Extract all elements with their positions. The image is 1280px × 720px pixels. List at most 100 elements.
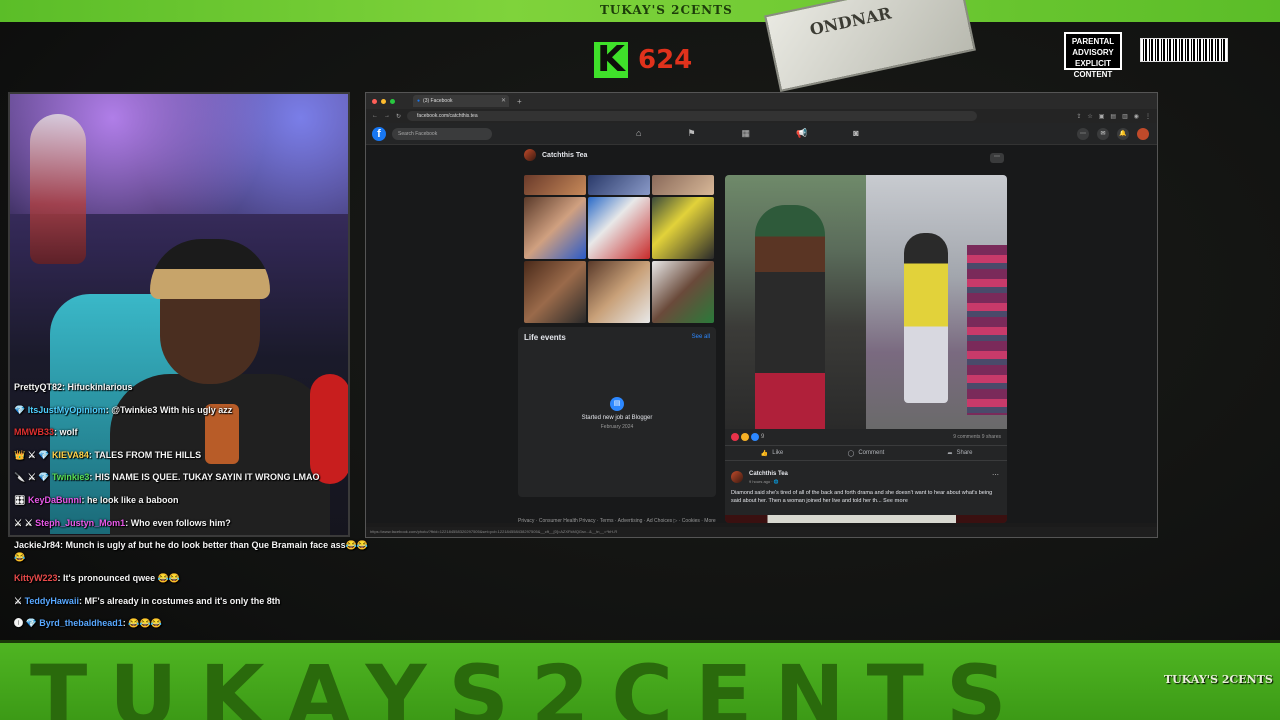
post-photo-left	[725, 175, 866, 429]
share-arrow-icon: ➦	[947, 450, 953, 457]
reload-icon[interactable]: ↻	[396, 113, 401, 120]
post-author-avatar[interactable]	[731, 471, 743, 483]
photo-thumbnail[interactable]	[524, 261, 586, 323]
chat-username[interactable]: KeyDaBunni	[28, 495, 82, 505]
post-body: Diamond said she's tired of all of the b…	[731, 490, 993, 504]
flag-icon[interactable]: ⚑	[687, 128, 695, 139]
marketplace-icon[interactable]: ▦	[742, 128, 751, 139]
chat-username[interactable]: Byrd_thebaldhead1	[39, 618, 123, 628]
chat-username[interactable]: KittyW223	[14, 573, 58, 583]
back-icon[interactable]: ←	[372, 113, 378, 119]
reaction-summary[interactable]: 9	[731, 433, 764, 441]
page-title-strip: Catchthis Tea	[524, 149, 587, 161]
browser-window: ● (3) Facebook ✕ + ← → ↻ facebook.com/ca…	[365, 92, 1158, 538]
comment-label: Comment	[858, 450, 885, 456]
like-label: Like	[772, 450, 784, 456]
photo-thumbnail[interactable]	[588, 261, 650, 323]
post-media[interactable]	[725, 175, 1007, 429]
woman-figure	[755, 205, 825, 429]
facebook-logo-icon[interactable]: f	[372, 126, 386, 141]
profile-icon[interactable]: ◉	[1134, 113, 1139, 120]
address-bar-row: ← → ↻ facebook.com/catchthis.tea ⇪ ☆ ▣ ▤…	[366, 109, 1157, 123]
chat-username[interactable]: Steph_Justyn_Mom1	[35, 518, 125, 528]
bookmark-star-icon[interactable]: ☆	[1087, 113, 1092, 120]
url-field[interactable]: facebook.com/catchthis.tea	[407, 111, 978, 121]
post-actions: 👍 Like ◯ Comment ➦ Share	[725, 445, 1007, 461]
footer-links[interactable]: Privacy · Consumer Health Privacy · Term…	[518, 518, 716, 524]
account-avatar[interactable]	[1137, 128, 1149, 140]
share-icon[interactable]: ⇪	[1076, 113, 1081, 120]
sidebar-icon[interactable]: ▥	[1122, 113, 1128, 120]
tab-close-icon[interactable]: ✕	[501, 95, 506, 107]
photo-thumbnail[interactable]	[652, 175, 714, 195]
browser-tab[interactable]: ● (3) Facebook ✕	[413, 95, 509, 107]
chat-username[interactable]: KIEVA84	[52, 450, 89, 460]
share-button[interactable]: ➦ Share	[913, 446, 1007, 460]
post-options-icon[interactable]: ⋯	[992, 471, 999, 479]
extension-icon[interactable]: ▤	[1110, 113, 1116, 120]
chat-username[interactable]: PrettyQT82	[14, 382, 62, 392]
more-options-icon[interactable]: ⋯	[990, 153, 1004, 163]
chat-text: Hifuckinlarious	[67, 382, 133, 392]
photo-thumbnail[interactable]	[652, 261, 714, 323]
chat-badge-icon: 🔪 ⚔ 💎	[14, 472, 50, 483]
facebook-search-input[interactable]: Search Facebook	[392, 127, 492, 140]
chat-username[interactable]: JackieJr84	[14, 540, 60, 550]
chat-badge-icon: ⚔	[14, 595, 23, 606]
chat-badge-icon: 🅘 💎	[14, 618, 37, 629]
photo-thumbnail[interactable]	[588, 197, 650, 259]
chat-username[interactable]: Twinkie3	[52, 472, 89, 482]
bottom-banner-text: TUKAYS2CENTS	[30, 647, 1029, 720]
see-all-link[interactable]: See all	[692, 334, 710, 340]
comment-share-count[interactable]: 9 comments 9 shares	[953, 434, 1001, 440]
megaphone-icon[interactable]: 📢	[796, 128, 807, 139]
chat-text: MF's already in costumes and it's only t…	[84, 595, 281, 606]
post-author-name[interactable]: Catchthis Tea	[749, 471, 788, 477]
life-event-date: February 2024	[600, 424, 634, 430]
chat-overlay: PrettyQT82: Hifuckinlarious 💎 ItsJustMyOp…	[14, 376, 374, 635]
post-media-preview[interactable]	[725, 515, 1007, 523]
messenger-icon[interactable]: ✉	[1097, 128, 1109, 140]
chat-message: 💎 ItsJustMyOpiniom: @Twinkie3 With his u…	[14, 399, 374, 422]
kick-logo-icon: K	[594, 42, 628, 78]
facebook-page-body: Catchthis Tea ⋯ Life events See all ▤ St…	[366, 145, 1157, 524]
menu-icon[interactable]: ⋮	[1145, 113, 1151, 120]
close-window-icon[interactable]	[372, 98, 377, 104]
life-event-text[interactable]: Started new job at Blogger	[518, 415, 716, 421]
status-url: https://www.facebook.com/photo/?fbid=122…	[366, 527, 1157, 537]
photo-thumbnail[interactable]	[652, 197, 714, 259]
post-timestamp[interactable]: 9 hours ago · 🌐	[749, 479, 779, 484]
chat-text: @Twinkie3 With his ugly azz	[111, 404, 233, 415]
bill-text: ONDNAR	[808, 3, 893, 40]
forward-icon[interactable]: →	[384, 113, 390, 119]
like-reaction-icon	[751, 433, 759, 441]
apps-grid-icon[interactable]: ⋯	[1077, 128, 1089, 140]
home-icon[interactable]: ⌂	[636, 128, 641, 139]
photo-thumbnail[interactable]	[524, 197, 586, 259]
life-events-card: Life events See all ▤ Started new job at…	[518, 327, 716, 497]
chat-message: MMWB33: wolf	[14, 421, 374, 444]
page-name[interactable]: Catchthis Tea	[542, 152, 587, 159]
chat-username[interactable]: TeddyHawaii	[25, 596, 79, 606]
life-events-title: Life events	[524, 333, 566, 342]
share-label: Share	[956, 450, 973, 456]
extension-icon[interactable]: ▣	[1099, 113, 1105, 120]
gaming-icon[interactable]: ◙	[853, 128, 858, 139]
maximize-window-icon[interactable]	[390, 98, 395, 104]
comment-button[interactable]: ◯ Comment	[819, 446, 913, 460]
chat-message: ⚔ TeddyHawaii: MF's already in costumes …	[14, 590, 374, 613]
new-tab-icon[interactable]: +	[517, 97, 522, 106]
extension-icons: ⇪ ☆ ▣ ▤ ▥ ◉ ⋮	[1076, 113, 1151, 120]
chat-username[interactable]: MMWB33	[14, 427, 54, 437]
photo-thumbnail[interactable]	[588, 175, 650, 195]
chat-username[interactable]: ItsJustMyOpiniom	[28, 405, 106, 415]
chat-badge-icon: 💎	[14, 404, 26, 415]
chat-text: HIS NAME IS QUEE. TUKAY SAYIN IT WRONG L…	[94, 472, 320, 483]
minimize-window-icon[interactable]	[381, 98, 386, 104]
see-more-link[interactable]: See more	[883, 498, 908, 504]
photo-thumbnail[interactable]	[524, 175, 586, 195]
like-button[interactable]: 👍 Like	[725, 446, 819, 460]
page-avatar[interactable]	[524, 149, 536, 161]
briefcase-icon: ▤	[610, 397, 624, 411]
notifications-bell-icon[interactable]: 🔔	[1117, 128, 1129, 140]
